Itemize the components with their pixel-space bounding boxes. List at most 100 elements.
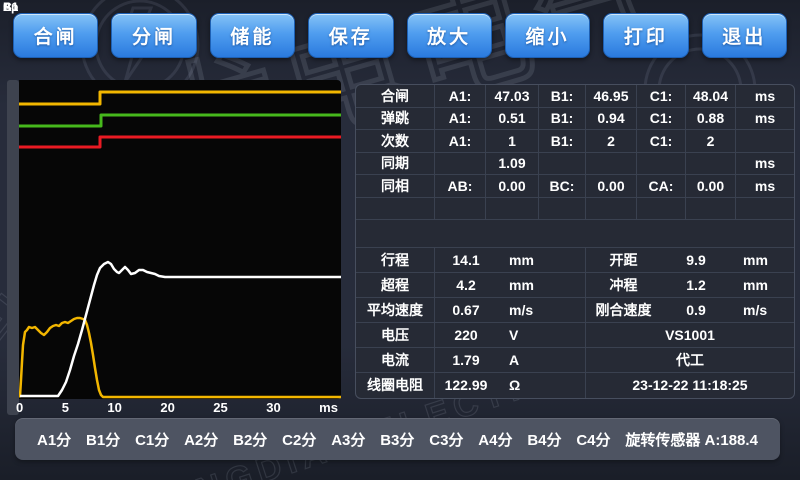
phase-item-b2[interactable]: B2分 — [233, 429, 267, 450]
contact-row-cell: 0.94 — [586, 108, 637, 131]
phase-item-b4[interactable]: B4分 — [527, 429, 561, 450]
phase-item-c1[interactable]: C1分 — [135, 429, 169, 450]
trace-label-sp: Sp — [3, 0, 18, 14]
phase-select-bar: A1分 B1分 C1分 A2分 B2分 C2分 A3分 B3分 C3分 A4分 B4分 C4分旋转传感… — [15, 418, 780, 460]
charge-button[interactable]: 储能 — [210, 13, 295, 58]
rotary-sensor-reading: 旋转传感器 A:188.4 — [625, 429, 758, 450]
contact-row-cell: 0.00 — [486, 175, 539, 198]
contact-row-cell: 46.95 — [586, 85, 637, 108]
electric-row-cell: 220 — [435, 323, 497, 348]
motion-row-cell: 冲程 — [586, 273, 661, 298]
contact-row-cell: AB: — [435, 175, 486, 198]
phase-item-a3[interactable]: A3分 — [331, 429, 365, 450]
contact-row-cell: 0.00 — [686, 175, 736, 198]
contact-row: 同相AB:0.00BC:0.00CA:0.00ms — [356, 175, 794, 198]
save-button[interactable]: 保存 — [308, 13, 393, 58]
empty-row-cell — [486, 198, 539, 220]
trace-contact-a1 — [19, 92, 341, 104]
electric-row-cell: 代工 — [586, 348, 794, 373]
phase-item-a1[interactable]: A1分 — [37, 429, 71, 450]
contact-row-cell: ms — [736, 85, 794, 108]
contact-row-cell: 同相 — [356, 175, 435, 198]
contact-row-cell: 1 — [486, 130, 539, 153]
motion-row-cell: 1.2 — [661, 273, 731, 298]
motion-row-cell: 开距 — [586, 248, 661, 273]
phase-item-a4[interactable]: A4分 — [478, 429, 512, 450]
contact-row-cell: B1: — [539, 108, 586, 131]
empty-row — [356, 198, 794, 220]
motion-row: 平均速度0.67m/s刚合速度0.9m/s — [356, 298, 794, 323]
motion-row: 行程14.1mm开距9.9mm — [356, 248, 794, 273]
contact-row-cell: 弹跳 — [356, 108, 435, 131]
waveform-traces — [19, 80, 341, 399]
contact-row-cell: 0.00 — [586, 175, 637, 198]
contact-row-cell: C1: — [637, 85, 686, 108]
empty-row-cell — [586, 198, 637, 220]
contact-row-cell — [686, 153, 736, 176]
open-button[interactable]: 分闸 — [111, 13, 196, 58]
motion-row-cell: 行程 — [356, 248, 435, 273]
empty-row-cell — [686, 198, 736, 220]
motion-row-cell: m/s — [731, 298, 794, 323]
phase-item-a2[interactable]: A2分 — [184, 429, 218, 450]
electric-row-cell: 1.79 — [435, 348, 497, 373]
electric-row-cell: VS1001 — [586, 323, 794, 348]
axis-tick: ms — [319, 400, 338, 415]
contact-row-cell: C1: — [637, 130, 686, 153]
axis-tick: 10 — [107, 400, 121, 415]
contact-row-cell: C1: — [637, 108, 686, 131]
contact-row-cell: ms — [736, 153, 794, 176]
trace-contact-b1 — [19, 115, 341, 126]
empty-row-cell — [356, 198, 435, 220]
table-spacer — [356, 220, 794, 248]
time-axis: 0510202530ms — [16, 400, 338, 415]
contact-row-cell: A1: — [435, 130, 486, 153]
contact-row-cell — [539, 153, 586, 176]
phase-item-b3[interactable]: B3分 — [380, 429, 414, 450]
axis-tick: 0 — [16, 400, 23, 415]
electric-row-cell: 线圈电阻 — [356, 373, 435, 398]
trace-label-strip — [7, 80, 19, 415]
motion-row-cell: mm — [497, 273, 586, 298]
contact-row-cell: B1: — [539, 130, 586, 153]
contact-row-cell: CA: — [637, 175, 686, 198]
electric-row-cell: 122.99 — [435, 373, 497, 398]
motion-row-cell: mm — [731, 273, 794, 298]
waveform-plot — [19, 80, 341, 399]
empty-row-cell — [539, 198, 586, 220]
contact-row: 次数A1:1B1:2C1:2 — [356, 130, 794, 153]
contact-row: 弹跳A1:0.51B1:0.94C1:0.88ms — [356, 108, 794, 131]
trace-coil-current — [19, 318, 341, 397]
electric-row: 电流1.79A代工 — [356, 348, 794, 373]
contact-row: 合闸A1:47.03B1:46.95C1:48.04ms — [356, 85, 794, 108]
contact-row-cell: ms — [736, 108, 794, 131]
motion-row-cell: mm — [731, 248, 794, 273]
contact-row-cell: 1.09 — [486, 153, 539, 176]
electric-row-cell: A — [497, 348, 586, 373]
main-screen: 龙电电气 ELECTRIC LONGDIAN ELECTRIC 合闸分闸储能保存… — [0, 0, 800, 480]
contact-row-cell: 同期 — [356, 153, 435, 176]
print-button[interactable]: 打印 — [603, 13, 688, 58]
electric-row: 线圈电阻122.99Ω23-12-22 11:18:25 — [356, 373, 794, 398]
exit-button[interactable]: 退出 — [702, 13, 787, 58]
close-button[interactable]: 合闸 — [13, 13, 98, 58]
motion-row-cell: 0.67 — [435, 298, 497, 323]
phase-item-c2[interactable]: C2分 — [282, 429, 316, 450]
phase-item-b1[interactable]: B1分 — [86, 429, 120, 450]
zoom-out-button[interactable]: 缩小 — [505, 13, 590, 58]
contact-row-cell: 47.03 — [486, 85, 539, 108]
contact-row-cell — [736, 130, 794, 153]
phase-item-c4[interactable]: C4分 — [576, 429, 610, 450]
toolbar: 合闸分闸储能保存放大缩小打印退出 — [13, 13, 787, 58]
axis-tick: 25 — [213, 400, 227, 415]
trace-speed — [20, 262, 341, 396]
empty-row-cell — [435, 198, 486, 220]
motion-row-cell: 平均速度 — [356, 298, 435, 323]
contact-row-cell — [586, 153, 637, 176]
zoom-in-button[interactable]: 放大 — [407, 13, 492, 58]
motion-row-cell: 0.9 — [661, 298, 731, 323]
phase-item-c3[interactable]: C3分 — [429, 429, 463, 450]
axis-tick: 20 — [160, 400, 174, 415]
contact-row-cell: BC: — [539, 175, 586, 198]
motion-row-cell: 刚合速度 — [586, 298, 661, 323]
